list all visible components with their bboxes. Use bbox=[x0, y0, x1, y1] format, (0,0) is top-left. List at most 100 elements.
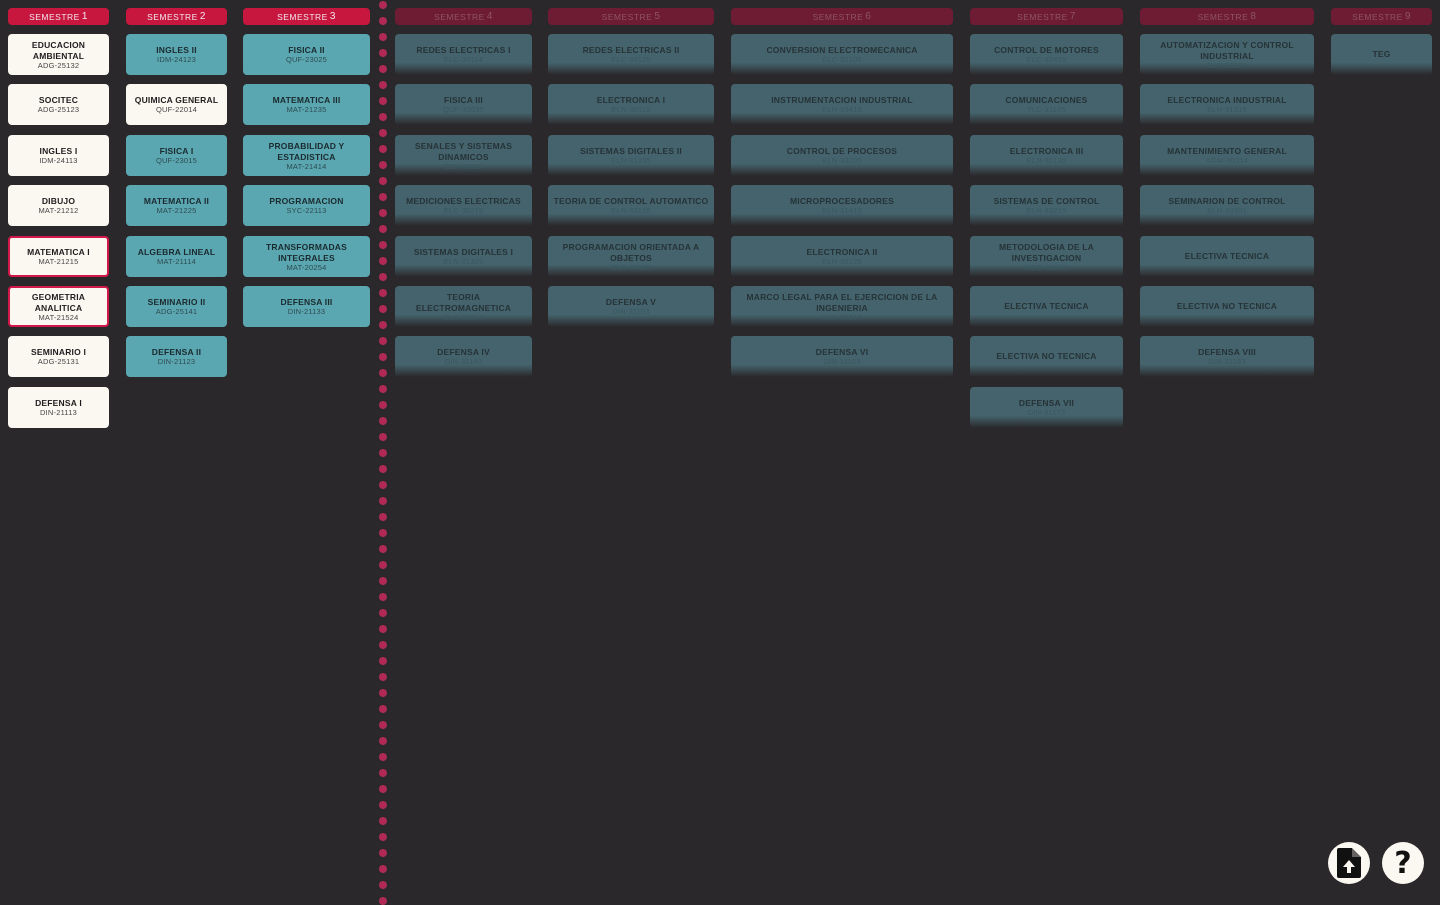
course-card[interactable]: INSTRUMENTACION INDUSTRIAL ELN-33415 bbox=[731, 84, 953, 125]
course-card[interactable]: PROGRAMACION SYC-22113 bbox=[243, 185, 370, 226]
course-code: SYC-22113 bbox=[286, 206, 327, 215]
course-card[interactable]: INGLES II IDM-24123 bbox=[126, 34, 227, 75]
divider-dot bbox=[379, 529, 387, 537]
course-card[interactable]: ELECTIVA TECNICA bbox=[1140, 236, 1314, 277]
course-card[interactable]: ELECTRONICA I ELN-30115 bbox=[548, 84, 714, 125]
course-card[interactable]: MATEMATICA II MAT-21225 bbox=[126, 185, 227, 226]
semester-column-4: SEMESTRE 4 REDES ELECTRICAS I ELC-30114 FI… bbox=[395, 8, 532, 377]
divider-dot bbox=[379, 881, 387, 889]
course-card[interactable]: FISICA II QUF-23025 bbox=[243, 34, 370, 75]
course-card[interactable]: DEFENSA IV DIN-31143 bbox=[395, 336, 532, 377]
course-card[interactable]: SISTEMAS DIGITALES I ELN-31325 bbox=[395, 236, 532, 277]
course-card[interactable]: TEORIA ELECTROMAGNETICA ELN-30314 bbox=[395, 286, 532, 327]
course-code: ELC-30114 bbox=[443, 55, 484, 64]
course-card[interactable]: TRANSFORMADAS INTEGRALES MAT-20254 bbox=[243, 236, 370, 277]
divider-dot bbox=[379, 801, 387, 809]
course-card[interactable]: SEMINARIO II ADG-25141 bbox=[126, 286, 227, 327]
course-code: ELN-30125 bbox=[822, 257, 862, 266]
course-code: MAT-20254 bbox=[286, 262, 327, 272]
course-code: CJU-37314 bbox=[822, 312, 862, 322]
course-code: ELC-30125 bbox=[611, 55, 651, 64]
course-card[interactable]: DEFENSA III DIN-21133 bbox=[243, 286, 370, 327]
course-card[interactable]: CONVERSION ELECTROMECANICA ELC-32105 bbox=[731, 34, 953, 75]
course-card[interactable]: MARCO LEGAL PARA EL EJERCICION DE LA ING… bbox=[731, 286, 953, 327]
course-card[interactable]: ELECTRONICA II ELN-30125 bbox=[731, 236, 953, 277]
course-card[interactable]: DEFENSA I DIN-21113 bbox=[8, 387, 109, 428]
course-card[interactable]: TEORIA DE CONTROL AUTOMATICO ELN-33155 bbox=[548, 185, 714, 226]
course-card[interactable]: AUTOMATIZACION Y CONTROL INDUSTRIAL ELN-3… bbox=[1140, 34, 1314, 75]
divider-dot bbox=[379, 1, 387, 9]
course-code: QUF-22014 bbox=[156, 105, 197, 114]
course-card[interactable]: DEFENSA V DIN-31153 bbox=[548, 286, 714, 327]
divider-dot bbox=[379, 97, 387, 105]
course-code: ELN-33301 bbox=[1207, 206, 1247, 215]
course-card[interactable]: MANTENIMIENTO GENERAL AGM-30314 bbox=[1140, 135, 1314, 176]
course-card[interactable]: DEFENSA II DIN-21123 bbox=[126, 336, 227, 377]
course-card[interactable]: PROGRAMACION ORIENTADA A OBJETOS ELN-3410… bbox=[548, 236, 714, 277]
divider-dot bbox=[379, 449, 387, 457]
divider-dot bbox=[379, 705, 387, 713]
course-card-selected[interactable]: MATEMATICA I MAT-21215 bbox=[8, 236, 109, 277]
course-card[interactable]: SEMINARION DE CONTROL ELN-33301 bbox=[1140, 185, 1314, 226]
course-card[interactable]: QUIMICA GENERAL QUF-22014 bbox=[126, 84, 227, 125]
upload-file-button[interactable] bbox=[1328, 842, 1370, 884]
divider-dot bbox=[379, 49, 387, 57]
divider-dot bbox=[379, 865, 387, 873]
course-code: QUF-23025 bbox=[286, 55, 327, 64]
course-card[interactable]: MATEMATICA III MAT-21235 bbox=[243, 84, 370, 125]
help-button[interactable]: ? bbox=[1382, 842, 1424, 884]
course-card[interactable]: SISTEMAS DE CONTROL ELN-33215 bbox=[970, 185, 1123, 226]
course-code: DIN-31163 bbox=[823, 357, 861, 366]
course-card[interactable]: FISICA III QUF-33035 bbox=[395, 84, 532, 125]
course-card[interactable]: SISTEMAS DIGITALES II ELN-31335 bbox=[548, 135, 714, 176]
course-card[interactable]: REDES ELECTRICAS I ELC-30114 bbox=[395, 34, 532, 75]
course-card[interactable]: ELECTRONICA III ELN-30135 bbox=[970, 135, 1123, 176]
course-card[interactable]: ELECTRONICA INDUSTRIAL ELN-31315 bbox=[1140, 84, 1314, 125]
course-card[interactable]: ALGEBRA LINEAL MAT-21114 bbox=[126, 236, 227, 277]
divider-dot bbox=[379, 657, 387, 665]
divider-dot bbox=[379, 273, 387, 281]
course-card[interactable]: EDUCACION AMBIENTAL ADG-25132 bbox=[8, 34, 109, 75]
course-card[interactable]: MICROPROCESADORES ELN-31415 bbox=[731, 185, 953, 226]
course-card[interactable]: SOCITEC ADG-25123 bbox=[8, 84, 109, 125]
course-code: MAT-21235 bbox=[286, 105, 327, 114]
course-name: MARCO LEGAL PARA EL EJERCICION DE LA ING… bbox=[746, 291, 938, 313]
course-card[interactable]: PROBABILIDAD Y ESTADISTICA MAT-21414 bbox=[243, 135, 370, 176]
course-card[interactable]: DIBUJO MAT-21212 bbox=[8, 185, 109, 226]
divider-dot bbox=[379, 369, 387, 377]
divider-dot bbox=[379, 625, 387, 633]
semester-header: SEMESTRE 3 bbox=[243, 8, 370, 25]
semester-header: SEMESTRE 1 bbox=[8, 8, 109, 25]
course-card[interactable]: DEFENSA VIII DIN-31183 bbox=[1140, 336, 1314, 377]
course-card[interactable]: SENALES Y SISTEMAS DINAMICOS ELN-33154 bbox=[395, 135, 532, 176]
semester-column-2: SEMESTRE 2 INGLES II IDM-24123 QUIMICA GEN… bbox=[126, 8, 227, 377]
course-card[interactable]: COMUNICACIONES TLC-31145 bbox=[970, 84, 1123, 125]
course-card[interactable]: MEDICIONES ELECTRICAS ELC-30215 bbox=[395, 185, 532, 226]
divider-dot bbox=[379, 129, 387, 137]
course-card[interactable]: DEFENSA VII DIN-31173 bbox=[970, 387, 1123, 428]
divider-dot bbox=[379, 337, 387, 345]
course-card[interactable]: SEMINARIO I ADG-25131 bbox=[8, 336, 109, 377]
course-name: METODOLOGIA DE LA INVESTIGACION bbox=[998, 241, 1094, 263]
course-card[interactable]: ELECTIVA NO TECNICA bbox=[970, 336, 1123, 377]
course-code: ELN-34105 bbox=[611, 262, 651, 272]
course-code: ELN-33524 bbox=[1207, 60, 1247, 70]
course-card[interactable]: ELECTIVA TECNICA bbox=[970, 286, 1123, 327]
course-name: TEORIA ELECTROMAGNETICA bbox=[415, 291, 512, 313]
divider-dot bbox=[379, 769, 387, 777]
course-card[interactable]: TEG bbox=[1331, 34, 1432, 75]
course-card[interactable]: FISICA I QUF-23015 bbox=[126, 135, 227, 176]
course-card[interactable]: CONTROL DE MOTORES ELC-32415 bbox=[970, 34, 1123, 75]
course-card[interactable]: CONTROL DE PROCESOS ELN-33205 bbox=[731, 135, 953, 176]
divider-dot bbox=[379, 289, 387, 297]
course-card[interactable]: DEFENSA VI DIN-31163 bbox=[731, 336, 953, 377]
divider-dot bbox=[379, 209, 387, 217]
course-card-selected[interactable]: GEOMETRIA ANALITICA MAT-21524 bbox=[8, 286, 109, 327]
course-name: ELECTIVA TECNICA bbox=[1184, 251, 1270, 261]
course-card[interactable]: ELECTIVA NO TECNICA bbox=[1140, 286, 1314, 327]
course-card[interactable]: INGLES I IDM-24113 bbox=[8, 135, 109, 176]
course-code: ELC-32415 bbox=[1026, 55, 1067, 64]
divider-dot bbox=[379, 897, 387, 905]
course-card[interactable]: REDES ELECTRICAS II ELC-30125 bbox=[548, 34, 714, 75]
course-card[interactable]: METODOLOGIA DE LA INVESTIGACION ADG-30214 bbox=[970, 236, 1123, 277]
